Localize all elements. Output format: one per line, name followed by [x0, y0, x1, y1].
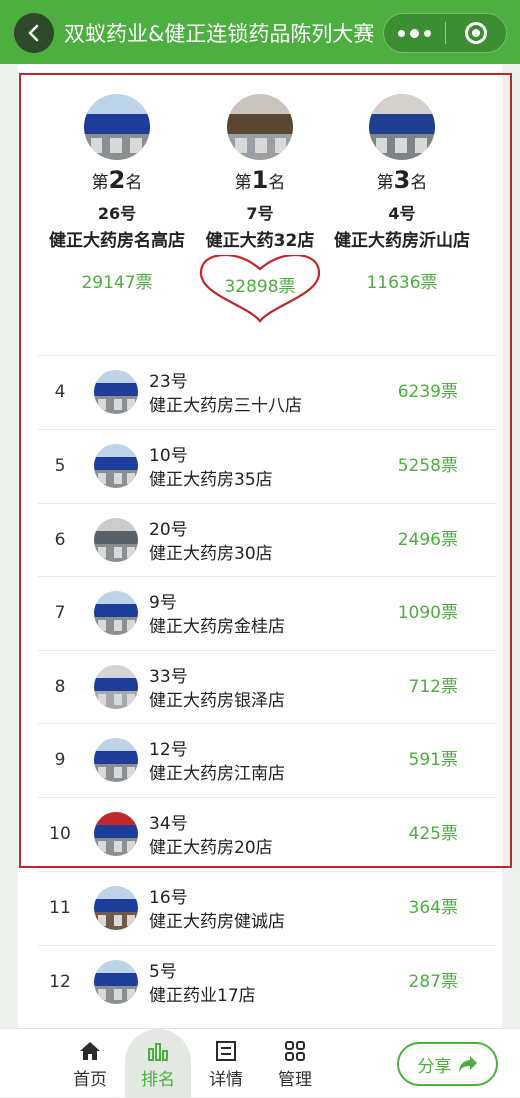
store-avatar — [369, 94, 435, 160]
store-avatar — [94, 444, 138, 488]
more-button[interactable] — [384, 13, 445, 53]
row-rank: 12 — [49, 972, 71, 992]
target-close-icon — [464, 22, 487, 44]
ranking-row[interactable]: 9 12号 健正大药房江南店 591票 — [38, 723, 496, 796]
store-avatar — [84, 94, 150, 160]
entry-number: 16号 — [149, 888, 188, 908]
store-avatar — [94, 886, 138, 930]
store-avatar — [94, 518, 138, 562]
tab-manage[interactable]: 管理 — [262, 1029, 328, 1098]
vote-count: 11636票 — [366, 273, 438, 293]
vote-count: 5258票 — [397, 456, 458, 476]
entry-number: 5号 — [149, 962, 177, 982]
store-avatar — [94, 665, 138, 709]
row-rank: 10 — [49, 824, 71, 844]
share-arrow-icon — [458, 1056, 477, 1072]
store-name: 健正大药房健诚店 — [149, 912, 285, 932]
document-icon — [214, 1041, 238, 1061]
tab-details[interactable]: 详情 — [193, 1029, 259, 1098]
store-avatar — [94, 591, 138, 635]
store-avatar — [94, 738, 138, 782]
row-rank: 4 — [54, 382, 66, 402]
ranking-row[interactable]: 8 33号 健正大药房银泽店 712票 — [38, 650, 496, 723]
tab-home[interactable]: 首页 — [57, 1029, 123, 1098]
store-name: 健正大药房30店 — [149, 544, 273, 564]
rank-label: 第2名 — [91, 166, 143, 194]
tab-label: 详情 — [209, 1070, 243, 1090]
vote-count: 712票 — [408, 677, 458, 697]
podium-third[interactable]: 第3名 4号 健正大药房沂山店 11636票 — [322, 94, 482, 293]
ranking-row[interactable]: 4 23号 健正大药房三十八店 6239票 — [38, 355, 496, 428]
more-dots-icon — [398, 29, 405, 37]
store-avatar — [94, 370, 138, 414]
more-dot-icon — [424, 29, 431, 37]
entry-number: 34号 — [149, 814, 188, 834]
store-name: 健正大药房20店 — [149, 838, 273, 858]
store-avatar — [94, 960, 138, 1004]
store-avatar — [94, 812, 138, 856]
grid-icon — [283, 1041, 307, 1061]
vote-count: 287票 — [408, 972, 458, 992]
ranking-row[interactable]: 5 10号 健正大药房35店 5258票 — [38, 429, 496, 502]
entry-number: 4号 — [388, 204, 416, 223]
ranking-row[interactable]: 7 9号 健正大药房金桂店 1090票 — [38, 576, 496, 649]
entry-number: 20号 — [149, 520, 188, 540]
tab-ranking[interactable]: 排名 — [125, 1029, 191, 1098]
row-rank: 5 — [54, 456, 66, 476]
chevron-left-icon — [28, 24, 39, 42]
tab-label: 管理 — [278, 1070, 312, 1090]
vote-count: 29147票 — [81, 273, 153, 293]
home-icon — [78, 1041, 102, 1061]
podium-first[interactable]: 第1名 7号 健正大药32店 32898票 — [180, 94, 340, 325]
tab-label: 首页 — [73, 1070, 107, 1090]
heart-frame: 32898票 — [195, 255, 325, 325]
vote-count: 2496票 — [397, 530, 458, 550]
back-button[interactable] — [14, 13, 54, 53]
more-dot-icon — [410, 28, 419, 38]
ranking-row[interactable]: 10 34号 健正大药房20店 425票 — [38, 797, 496, 870]
store-avatar — [227, 94, 293, 160]
row-rank: 6 — [54, 530, 66, 550]
row-rank: 9 — [54, 750, 66, 770]
entry-number: 12号 — [149, 740, 188, 760]
entry-number: 33号 — [149, 667, 188, 687]
row-rank: 7 — [54, 603, 66, 623]
store-name: 健正大药房银泽店 — [149, 691, 285, 711]
ranking-row[interactable]: 11 16号 健正大药房健诚店 364票 — [38, 871, 496, 944]
share-button[interactable]: 分享 — [397, 1042, 498, 1086]
close-miniprogram-button[interactable] — [446, 13, 506, 53]
share-label: 分享 — [417, 1056, 452, 1077]
rank-label: 第1名 — [234, 166, 286, 194]
store-name: 健正大药房沂山店 — [334, 231, 470, 251]
vote-count: 591票 — [408, 750, 458, 770]
store-name: 健正大药32店 — [205, 231, 315, 251]
tab-label: 排名 — [141, 1070, 175, 1090]
vote-count: 425票 — [408, 824, 458, 844]
row-rank: 11 — [49, 898, 71, 918]
store-name: 健正大药房三十八店 — [149, 396, 302, 416]
store-name: 健正药业17店 — [149, 986, 256, 1006]
entry-number: 10号 — [149, 446, 188, 466]
page-title: 双蚁药业&健正连锁药品陈列大赛 — [64, 22, 375, 46]
vote-count: 364票 — [408, 898, 458, 918]
store-name: 健正大药房金桂店 — [149, 617, 285, 637]
miniprogram-capsule — [383, 13, 507, 53]
entry-number: 26号 — [97, 204, 137, 223]
store-name: 健正大药房35店 — [149, 470, 273, 490]
entry-number: 9号 — [149, 593, 177, 613]
podium-second[interactable]: 第2名 26号 健正大药房名高店 29147票 — [37, 94, 197, 293]
store-name: 健正大药房名高店 — [49, 231, 185, 251]
rank-label: 第3名 — [376, 166, 428, 194]
ranking-row[interactable]: 6 20号 健正大药房30店 2496票 — [38, 503, 496, 576]
navigation-bar: 双蚁药业&健正连锁药品陈列大赛 — [0, 0, 520, 64]
vote-count: 32898票 — [224, 277, 296, 297]
vote-count: 1090票 — [397, 603, 458, 623]
entry-number: 7号 — [246, 204, 274, 223]
vote-count: 6239票 — [397, 382, 458, 402]
entry-number: 23号 — [149, 372, 188, 392]
ranking-row[interactable]: 12 5号 健正药业17店 287票 — [38, 945, 496, 1018]
row-rank: 8 — [54, 677, 66, 697]
store-name: 健正大药房江南店 — [149, 764, 285, 784]
bar-chart-icon — [146, 1041, 170, 1061]
